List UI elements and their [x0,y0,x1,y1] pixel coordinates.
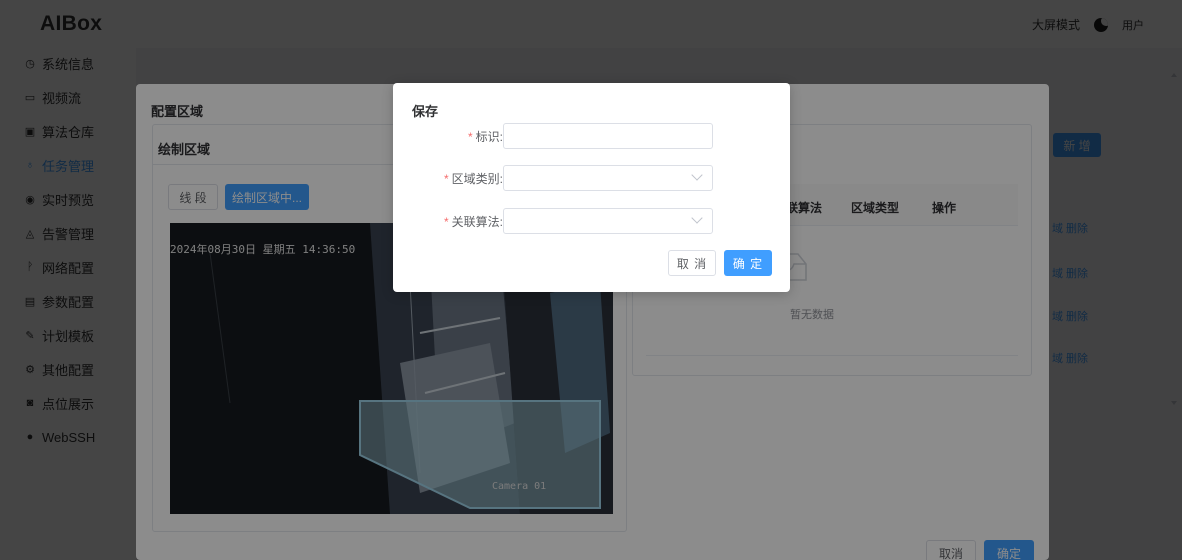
dialog-title: 保存 [412,104,439,119]
form-row-related-algorithm: * 关联算法: [393,208,790,234]
save-confirm-button[interactable]: 确 定 [724,250,772,276]
form-row-area-category: * 区域类别: [393,165,790,191]
field-label-text: 关联算法: [451,215,503,229]
form-row-identifier: * 标识: [393,123,790,149]
field-label-text: 标识: [475,130,503,144]
required-asterisk: * [467,130,473,144]
field-label-text: 区域类别: [451,172,503,186]
area-category-select[interactable] [503,165,713,191]
field-label: * 关联算法: [444,213,503,230]
required-asterisk: * [443,215,449,229]
required-asterisk: * [443,172,449,186]
field-label: * 区域类别: [444,170,503,187]
field-label: * 标识: [468,128,503,145]
related-algorithm-select[interactable] [503,208,713,234]
save-cancel-button[interactable]: 取 消 [668,250,716,276]
save-dialog: 保存 * 标识: * 区域类别: * 关联算法: 取 消 确 定 [393,83,790,292]
identifier-input[interactable] [503,123,713,149]
